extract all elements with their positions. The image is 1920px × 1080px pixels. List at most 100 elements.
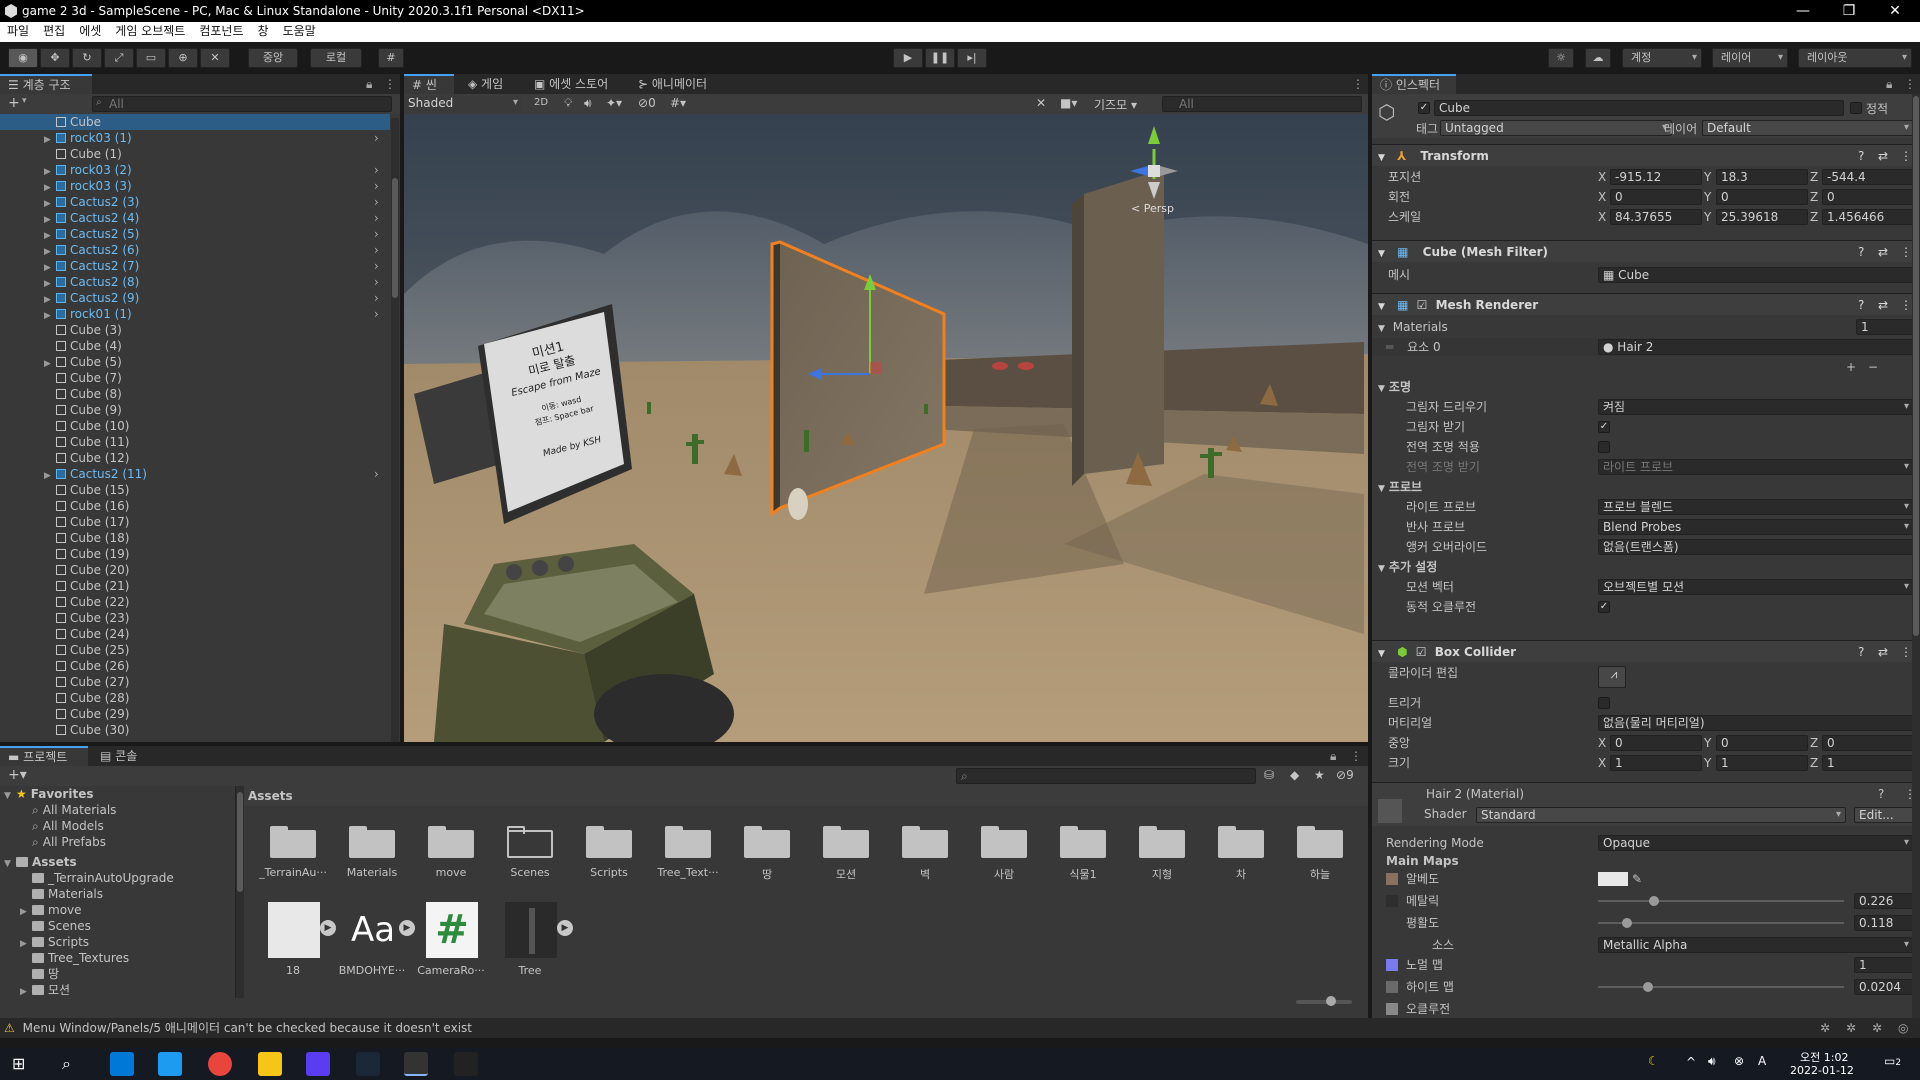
setting-dropdown[interactable]: 켜짐: [1598, 399, 1914, 415]
lock-icon[interactable]: 🔒︎: [1886, 74, 1892, 94]
axis-label-y[interactable]: Y: [1704, 168, 1711, 186]
hierarchy-item[interactable]: Cube (26): [0, 658, 390, 674]
prefab-open-icon[interactable]: ›: [374, 162, 379, 178]
slider-thumb[interactable]: [1643, 982, 1654, 992]
shader-dropdown[interactable]: Standard: [1476, 807, 1846, 823]
hierarchy-item[interactable]: Cube (4): [0, 338, 390, 354]
icon-size-slider[interactable]: [1296, 996, 1352, 1006]
more-icon[interactable]: ⋮: [1900, 145, 1912, 167]
center-y-input[interactable]: 0: [1716, 735, 1808, 751]
create-button[interactable]: +: [8, 95, 20, 111]
asset-thumbnail[interactable]: [268, 902, 320, 958]
more-icon[interactable]: ⋮: [1904, 74, 1916, 94]
slider-value-input[interactable]: 0.118: [1854, 915, 1914, 931]
preset-icon[interactable]: ⇄: [1878, 641, 1888, 663]
folder-icon[interactable]: [1139, 824, 1185, 858]
hierarchy-item[interactable]: Cube (25): [0, 642, 390, 658]
hierarchy-item[interactable]: ▶ Cactus2 (5) ›: [0, 226, 390, 242]
folder-icon[interactable]: [428, 824, 474, 858]
hierarchy-item[interactable]: ▶ Cactus2 (7) ›: [0, 258, 390, 274]
axis-label-y[interactable]: Y: [1704, 754, 1711, 772]
foldout-icon[interactable]: ▶: [20, 984, 32, 998]
more-icon[interactable]: ⋮: [1900, 294, 1912, 316]
shader-edit-button[interactable]: Edit...: [1854, 807, 1914, 823]
menu-gameobject[interactable]: 게임 오브젝트: [108, 22, 192, 41]
value-slider[interactable]: [1598, 896, 1844, 906]
project-tree-item[interactable]: _TerrainAutoUpgrade: [0, 870, 230, 886]
tab-scene[interactable]: # 씬: [404, 74, 454, 94]
size-x-input[interactable]: 1: [1610, 755, 1702, 771]
axis-label-x[interactable]: X: [1598, 168, 1606, 186]
file-explorer-icon[interactable]: [258, 1052, 282, 1076]
assets-breadcrumb[interactable]: Assets: [244, 786, 1368, 806]
hierarchy-item[interactable]: ▶ rock03 (2) ›: [0, 162, 390, 178]
prefab-open-icon[interactable]: ›: [374, 130, 379, 146]
step-button[interactable]: ▸|: [957, 48, 987, 68]
project-tree-item[interactable]: 땅: [0, 966, 230, 982]
tab-animator[interactable]: ⊱ 애니메이터: [630, 74, 715, 94]
help-icon[interactable]: ?: [1858, 241, 1864, 263]
drag-handle-icon[interactable]: ═: [1386, 340, 1393, 354]
layout-dropdown[interactable]: 레이아웃: [1798, 48, 1912, 68]
mesh-renderer-header[interactable]: ▼ ▦ ☑ Mesh Renderer ? ⇄ ⋮: [1372, 293, 1920, 315]
app-f-icon[interactable]: [306, 1052, 330, 1076]
hierarchy-item[interactable]: Cube (12): [0, 450, 390, 466]
2d-toggle[interactable]: 2D: [534, 97, 548, 108]
prefab-open-icon[interactable]: ›: [374, 226, 379, 242]
prefab-open-icon[interactable]: ›: [374, 274, 379, 290]
slider-value-input[interactable]: 1: [1854, 957, 1914, 973]
project-tree-item[interactable]: ⌕ All Models: [0, 818, 230, 834]
slider-value-input[interactable]: 0.226: [1854, 893, 1914, 909]
tab-inspector[interactable]: ⓘ 인스펙터: [1372, 74, 1456, 94]
projection-label[interactable]: < Persp: [1131, 202, 1174, 215]
menu-help[interactable]: 도움말: [276, 22, 323, 41]
preset-icon[interactable]: ⇄: [1878, 294, 1888, 316]
rect-tool-button[interactable]: ▭: [136, 48, 166, 68]
center-z-input[interactable]: 0: [1822, 735, 1914, 751]
status-settings-icon[interactable]: ◎: [1898, 1018, 1908, 1038]
pause-button[interactable]: ❚❚: [925, 48, 955, 68]
hierarchy-item[interactable]: Cube (16): [0, 498, 390, 514]
setting-dropdown[interactable]: 프로브 블렌드: [1598, 499, 1914, 515]
enabled-check-icon[interactable]: ☑: [1417, 298, 1428, 312]
folder-icon[interactable]: [902, 824, 948, 858]
project-tree-item[interactable]: ▼ ★ Favorites: [0, 786, 230, 802]
mesh-filter-header[interactable]: ▼ ▦ Cube (Mesh Filter) ? ⇄ ⋮: [1372, 240, 1920, 262]
scrollbar-thumb[interactable]: [1913, 96, 1919, 636]
tab-game[interactable]: ◈ 게임: [460, 74, 511, 94]
hierarchy-item[interactable]: Cube: [0, 114, 390, 130]
hierarchy-item[interactable]: Cube (19): [0, 546, 390, 562]
axis-label-z[interactable]: Z: [1810, 734, 1818, 752]
hierarchy-item[interactable]: ▶ rock03 (3) ›: [0, 178, 390, 194]
hidden-packages-toggle[interactable]: ⊘9: [1336, 768, 1354, 782]
grid-snap-button[interactable]: #: [378, 48, 404, 68]
pivot-toggle[interactable]: 중앙: [248, 48, 298, 68]
hierarchy-item[interactable]: ▶ Cactus2 (9) ›: [0, 290, 390, 306]
folder-icon[interactable]: [586, 824, 632, 858]
help-icon[interactable]: ?: [1858, 145, 1864, 167]
tray-chevron-icon[interactable]: ^: [1686, 1055, 1696, 1069]
hierarchy-item[interactable]: Cube (7): [0, 370, 390, 386]
prefab-open-icon[interactable]: ›: [374, 258, 379, 274]
cloud-button[interactable]: ☁: [1585, 48, 1611, 68]
shading-mode-dropdown[interactable]: Shaded: [404, 96, 522, 112]
hierarchy-item[interactable]: Cube (15): [0, 482, 390, 498]
audio-icon[interactable]: 🔊︎: [584, 96, 592, 111]
folder-icon[interactable]: [349, 824, 395, 858]
transform-header[interactable]: ▼ ⅄ Transform ? ⇄ ⋮: [1372, 144, 1920, 166]
hierarchy-item[interactable]: Cube (29): [0, 706, 390, 722]
project-tree-item[interactable]: ▶ Scripts: [0, 934, 230, 950]
scale-y-input[interactable]: 25.39618: [1716, 209, 1808, 225]
prefab-open-icon[interactable]: ›: [374, 290, 379, 306]
inspector-scrollbar[interactable]: [1912, 94, 1920, 1018]
project-search-input[interactable]: ⌕: [956, 768, 1256, 784]
steam-icon[interactable]: [356, 1052, 380, 1076]
project-tree-item[interactable]: ▶ 모션: [0, 982, 230, 998]
mesh-object-field[interactable]: ▦ Cube: [1598, 267, 1914, 283]
more-icon[interactable]: ⋮: [1900, 641, 1912, 663]
ime-icon[interactable]: A: [1758, 1054, 1766, 1068]
remove-material-button[interactable]: −: [1868, 358, 1878, 376]
axis-label-x[interactable]: X: [1598, 754, 1606, 772]
size-z-input[interactable]: 1: [1822, 755, 1914, 771]
slider-thumb[interactable]: [1326, 996, 1336, 1006]
